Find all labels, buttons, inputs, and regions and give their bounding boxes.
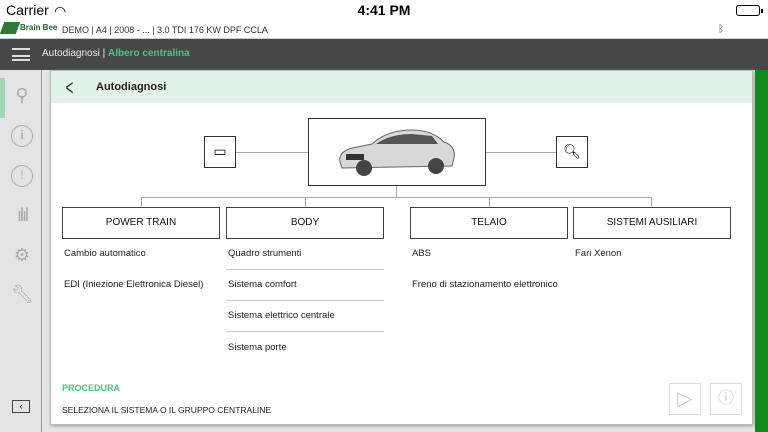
connector [305, 197, 306, 207]
connector [489, 197, 490, 207]
connector [236, 152, 308, 153]
info-icon[interactable]: i [11, 125, 33, 147]
connector [396, 186, 397, 197]
document-search-icon[interactable]: 🔍︎ [556, 136, 588, 168]
battery-icon [736, 5, 763, 16]
vehicle-bar: Brain Bee DEMO | A4 | 2008 - ... | 3.0 T… [0, 21, 768, 39]
back-icon[interactable]: < [66, 75, 74, 101]
sidebar: ⚲ i ! ılıl ⚙ 🔧︎ ‹ [0, 70, 42, 432]
panel-title: Autodiagnosi [96, 81, 167, 93]
menu-icon[interactable] [12, 48, 30, 61]
list-item[interactable]: Sistema elettrico centrale [226, 301, 384, 332]
connector [486, 152, 556, 153]
clear-errors-button[interactable]: ⓘ [710, 383, 742, 415]
play-button[interactable]: ▷ [669, 383, 701, 415]
list-item[interactable]: Fari Xenon [573, 239, 731, 270]
connector [651, 197, 652, 207]
category-power-train[interactable]: POWER TRAIN [62, 207, 220, 239]
vehicle-info: DEMO | A4 | 2008 - ... | 3.0 TDI 176 KW … [62, 25, 268, 35]
breadcrumb-separator: | [99, 48, 108, 59]
status-bar: Carrier ◠ 4:41 PM [0, 0, 768, 21]
tree-icon[interactable]: ⚲ [11, 84, 33, 106]
breadcrumb: Autodiagnosi | Albero centralina [42, 48, 190, 59]
brand-logo: Brain Bee [0, 22, 57, 34]
category-sistemi-ausiliari[interactable]: SISTEMI AUSILIARI [573, 207, 731, 239]
top-nav: Autodiagnosi | Albero centralina [0, 39, 768, 70]
list-item[interactable]: Cambio automatico [62, 239, 220, 270]
list-item[interactable]: EDI (Iniezione Elettronica Diesel) [62, 270, 220, 301]
main-panel: < Autodiagnosi ▭ 🔍︎ POWER TRAIN BODY TEL… [50, 70, 753, 425]
list-item[interactable]: Sistema comfort [226, 270, 384, 301]
clock: 4:41 PM [357, 2, 411, 18]
list-item[interactable]: Sistema porte [226, 333, 384, 364]
category-body[interactable]: BODY [226, 207, 384, 239]
green-edge [755, 70, 768, 432]
procedure-text: SELEZIONA IL SISTEMA O IL GRUPPO CENTRAL… [62, 405, 272, 415]
breadcrumb-section[interactable]: Autodiagnosi [42, 48, 100, 59]
chart-icon[interactable]: ılıl [11, 204, 33, 226]
breadcrumb-current: Albero centralina [107, 48, 190, 59]
car-image [308, 118, 486, 186]
list-item[interactable]: Freno di stazionamento elettronico [410, 270, 580, 301]
gear-icon[interactable]: ⚙ [11, 244, 33, 266]
list-item[interactable]: Quadro strumenti [226, 239, 384, 270]
obd-connector-icon[interactable]: ▭ [204, 136, 236, 168]
collapse-sidebar-icon[interactable]: ‹ [12, 400, 30, 413]
selected-indicator [0, 78, 5, 118]
category-telaio[interactable]: TELAIO [410, 207, 568, 239]
list-item[interactable]: ABS [410, 239, 568, 270]
alert-icon[interactable]: ! [11, 165, 33, 187]
bluetooth-icon: ᛒ [718, 24, 724, 35]
wrench-icon[interactable]: 🔧︎ [11, 283, 34, 305]
connector [141, 197, 651, 198]
procedure-label: PROCEDURA [62, 383, 121, 393]
connector [141, 197, 142, 207]
panel-header: < Autodiagnosi [51, 71, 752, 103]
